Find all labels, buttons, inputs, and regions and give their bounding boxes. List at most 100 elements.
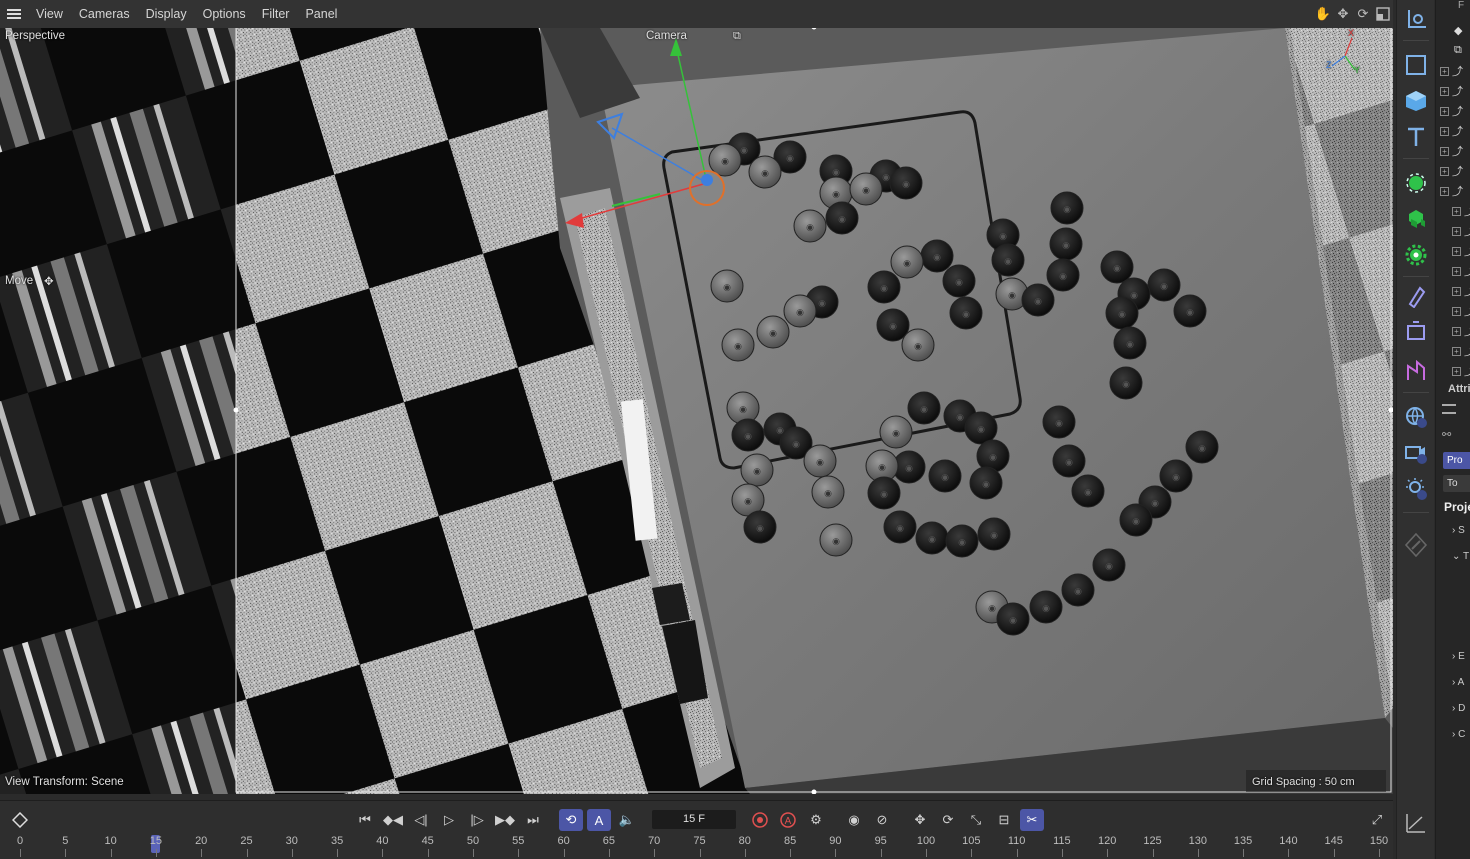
child-object-row[interactable]: +⤴	[1452, 262, 1470, 280]
camera-label[interactable]: Camera	[646, 30, 687, 42]
child-object-row[interactable]: +⤴	[1452, 342, 1470, 360]
object-layer-icon[interactable]: ⧉	[1454, 44, 1462, 57]
previous-frame-icon[interactable]: ◁|	[409, 809, 433, 831]
object-row[interactable]: + ⤴	[1440, 122, 1463, 140]
expand-icon[interactable]: +	[1440, 106, 1449, 116]
child-object-row[interactable]: +⤴	[1452, 362, 1470, 380]
attributes-tab-label[interactable]: Attri	[1448, 383, 1470, 395]
child-object-row[interactable]: +⤴	[1452, 322, 1470, 340]
expand-icon[interactable]: +	[1452, 246, 1461, 256]
go-to-start-icon[interactable]: ⏮	[353, 809, 377, 831]
key-position-icon[interactable]: ✥	[908, 809, 932, 831]
autokey-icon[interactable]: A	[776, 809, 800, 831]
maximize-view-icon[interactable]	[1375, 6, 1391, 22]
play-icon[interactable]: ▷	[437, 809, 461, 831]
attribute-group-row[interactable]: › D	[1452, 703, 1465, 714]
light-object-icon[interactable]	[1401, 474, 1431, 504]
pan-hand-icon[interactable]: ✋	[1315, 6, 1331, 22]
menu-panel[interactable]: Panel	[297, 0, 345, 28]
next-frame-icon[interactable]: |▷	[465, 809, 489, 831]
object-row[interactable]: + ⤴	[1440, 82, 1463, 100]
fcurve-mode-icon[interactable]: ⤢	[1365, 809, 1389, 831]
timeline-ruler[interactable]: 0 5 10 15 20 25 30 35 40 45 50 55 60 65 70 75 80 85 90 95 10…	[0, 833, 1393, 859]
move-view-icon[interactable]: ✥	[1335, 6, 1351, 22]
project-mode-button[interactable]: Pro	[1443, 452, 1470, 469]
menu-options[interactable]: Options	[195, 0, 254, 28]
projection-label[interactable]: Perspective	[5, 30, 65, 42]
mograph-cloner-icon[interactable]	[1401, 204, 1431, 234]
sound-icon[interactable]: 🔈	[615, 809, 639, 831]
keyframe-diamond-icon[interactable]	[8, 809, 32, 831]
menu-display[interactable]: Display	[138, 0, 195, 28]
effector-gear-icon[interactable]	[1401, 240, 1431, 270]
expand-icon[interactable]: +	[1452, 206, 1461, 216]
deformer-icon[interactable]	[1401, 282, 1431, 312]
mode-switch-icon[interactable]: ⚯	[1442, 428, 1451, 441]
text-object-icon[interactable]	[1401, 122, 1431, 152]
object-manager-toggle-icon[interactable]: ◆	[1454, 24, 1462, 37]
fcurve-toggle-icon[interactable]	[1401, 808, 1431, 838]
child-object-row[interactable]: +⤴	[1452, 242, 1470, 260]
child-object-row[interactable]: +⤴	[1452, 222, 1470, 240]
generator-icon[interactable]	[1401, 168, 1431, 198]
key-scale-icon[interactable]: ⤡	[964, 809, 988, 831]
playback-rate-icon[interactable]: A	[587, 809, 611, 831]
rectangle-select-icon[interactable]	[1401, 50, 1431, 80]
menu-filter[interactable]: Filter	[254, 0, 298, 28]
go-to-end-icon[interactable]: ⏭	[521, 809, 545, 831]
attribute-group-row[interactable]: › C	[1452, 729, 1465, 740]
child-object-row[interactable]: +⤴	[1452, 202, 1470, 220]
3d-viewport[interactable]: ◉ ◉ ◉ ◉ ◉ ◉ ◉ ◉ ◉ ◉ ◉ ◉ ◉ ◉ ◉ ◉ ◉ ◉ ◉ ◉ ◉ ◉ ◉ ◉ ◉ ◉ ◉ ◉ ◉ ◉ ◉ ◉ ◉ ◉ ◉ ◉ ◉ ◉ ◉ ◉…	[0, 28, 1393, 794]
menu-cameras[interactable]: Cameras	[71, 0, 138, 28]
expand-icon[interactable]: +	[1452, 226, 1461, 236]
expand-icon[interactable]: +	[1452, 346, 1461, 356]
rotate-view-icon[interactable]: ⟳	[1355, 6, 1371, 22]
environment-globe-icon[interactable]	[1401, 402, 1431, 432]
expand-icon[interactable]: +	[1440, 166, 1449, 176]
record-icon[interactable]	[748, 809, 772, 831]
coordinate-system-icon[interactable]	[1401, 4, 1431, 34]
object-row[interactable]: + ⤴	[1440, 142, 1463, 160]
chevron-down-icon[interactable]: ⌄	[1452, 551, 1463, 562]
object-row[interactable]: + ⤴	[1440, 102, 1463, 120]
expand-icon[interactable]: +	[1440, 186, 1449, 196]
attribute-group-row[interactable]: › A	[1452, 677, 1464, 688]
key-points-icon[interactable]: ✂	[1020, 809, 1044, 831]
attribute-group-row[interactable]: › S	[1452, 525, 1465, 536]
expand-icon[interactable]: +	[1452, 306, 1461, 316]
attribute-group-row[interactable]: › E	[1452, 651, 1465, 662]
menu-view[interactable]: View	[28, 0, 71, 28]
todo-mode-button[interactable]: To	[1443, 475, 1470, 492]
motion-record-icon[interactable]: ◉	[842, 809, 866, 831]
expand-icon[interactable]: +	[1440, 126, 1449, 136]
expand-icon[interactable]: +	[1452, 286, 1461, 296]
attribute-group-row[interactable]: ⌄ T	[1452, 551, 1469, 562]
pen-tool-icon[interactable]	[1401, 530, 1431, 560]
current-frame-field[interactable]: 15 F	[652, 810, 736, 829]
expand-icon[interactable]: +	[1452, 366, 1461, 376]
key-parameter-icon[interactable]: ⊟	[992, 809, 1016, 831]
deformer-box-icon[interactable]	[1401, 316, 1431, 346]
next-key-icon[interactable]: ▶◆	[493, 809, 517, 831]
key-rotation-icon[interactable]: ⟳	[936, 809, 960, 831]
camera-link-icon[interactable]: ⧉	[733, 30, 741, 43]
expand-icon[interactable]: +	[1452, 266, 1461, 276]
cube-object-icon[interactable]	[1401, 86, 1431, 116]
expand-icon[interactable]: +	[1452, 326, 1461, 336]
expand-icon[interactable]: +	[1440, 86, 1449, 96]
child-object-row[interactable]: +⤴	[1452, 302, 1470, 320]
previous-key-icon[interactable]: ◆◀	[381, 809, 405, 831]
attributes-menu-icon[interactable]	[1442, 404, 1456, 414]
auto-key-mode-icon[interactable]: ⊘	[870, 809, 894, 831]
loop-icon[interactable]: ⟲	[559, 809, 583, 831]
expand-icon[interactable]: +	[1440, 66, 1449, 76]
field-icon[interactable]	[1401, 356, 1431, 386]
object-row[interactable]: + ⤴	[1440, 162, 1463, 180]
hamburger-menu-icon[interactable]	[0, 0, 28, 28]
child-object-row[interactable]: +⤴	[1452, 282, 1470, 300]
object-row[interactable]: + ⤴	[1440, 182, 1463, 200]
keyframe-settings-icon[interactable]: ⚙	[804, 809, 828, 831]
expand-icon[interactable]: +	[1440, 146, 1449, 156]
camera-object-icon[interactable]	[1401, 438, 1431, 468]
object-row[interactable]: + ⤴	[1440, 62, 1463, 80]
